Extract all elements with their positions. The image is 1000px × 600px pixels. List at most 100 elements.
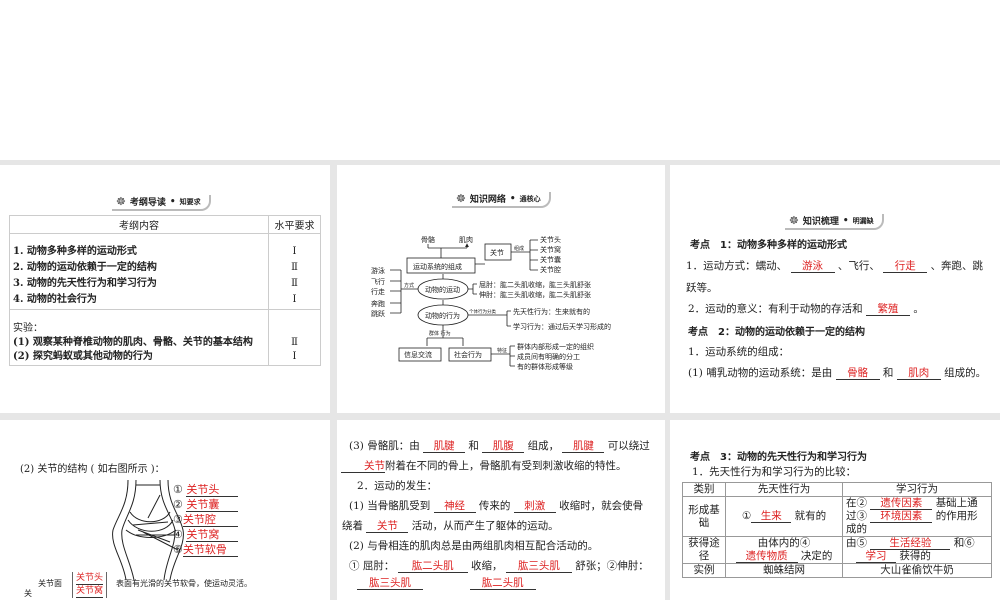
joint-label: ④ 关节窝 <box>173 527 239 542</box>
node-way: 跳跃 <box>371 309 385 318</box>
topic-heading: 考点 3：动物的先天性行为和学习行为 <box>690 452 867 463</box>
table-header: 类别 <box>682 482 726 497</box>
text-line: 1．先天性行为和学习行为的比较： <box>692 466 857 478</box>
section-banner: ☸ 考纲导读 • 知要求 <box>112 195 211 211</box>
text-line: (1) 当骨骼肌受到 神经 传来的 刺激 收缩时，就会使骨 <box>349 500 644 513</box>
section-title: (2) 关节的结构 ( 如右图所示 )： <box>20 464 165 475</box>
answer-blank: 遗传物质 <box>735 550 798 563</box>
section-banner: ☸ 知识梳理 • 明漏缺 <box>785 214 884 230</box>
node-flex: 屈肘：肱二头肌收缩，肱三头肌舒张 <box>479 280 591 289</box>
joint-label: ⑤关节软骨 <box>173 542 238 557</box>
edge-label: 个体行为分类 <box>469 308 496 315</box>
joint-label: ③关节腔 <box>173 512 238 527</box>
example-innate: 蜘蛛结网 <box>725 563 843 578</box>
level: Ⅰ <box>292 246 297 257</box>
edge-label: 特征 <box>497 347 507 354</box>
node-joint-part: 关节腔 <box>540 265 561 274</box>
slide-behavior-comparison[interactable]: 考点 3：动物的先天性行为和学习行为 1．先天性行为和学习行为的比较： 类别 先天… <box>670 420 1000 600</box>
node-extend: 伸肘：肱三头肌收缩，肱二头肌舒张 <box>479 290 591 299</box>
node-feature: 有的群体形成等级 <box>517 362 573 371</box>
topic-heading: 考点 2：动物的运动依赖于一定的结构 <box>688 327 865 338</box>
text-line: (3) 骨骼肌：由 肌腱 和 肌腹 组成， 肌腱 可以绕过 <box>349 440 650 453</box>
answer-blank: 关节 <box>366 520 409 533</box>
slide-knowledge-review[interactable]: ☸ 知识梳理 • 明漏缺 考点 1：动物多种多样的运动形式 1．运动方式：蠕动、 游泳… <box>670 165 1000 413</box>
experiment-item: (1) 观察某种脊椎动物的肌肉、骨骼、关节的基本结构 <box>13 337 253 348</box>
node-joint-part: 关节头 <box>540 235 561 244</box>
answer-blank: 关节窝 <box>76 586 104 598</box>
node-info: 信息交流 <box>404 350 432 359</box>
answer-blank: 肱三头肌 <box>505 560 572 573</box>
joint-label: ① 关节头 <box>173 482 239 497</box>
table-row: 实例 蜘蛛结网 大山雀偷饮牛奶 <box>682 563 992 578</box>
level: Ⅱ <box>291 337 298 348</box>
node-joint-part: 关节囊 <box>540 255 561 264</box>
answer-blank: 肌腱 <box>423 440 466 453</box>
text-line: 2．运动的发生： <box>357 480 438 492</box>
answer-blank: 繁殖 <box>866 303 911 316</box>
answer-blank: 关节 <box>341 460 385 473</box>
answer-blank: 遗传因素 <box>870 497 933 510</box>
outline-item: 1. 动物多种多样的运动形式 <box>13 246 137 257</box>
joint-labels: ① 关节头 ② 关节囊 ③关节腔 ④ 关节窝 ⑤关节软骨 <box>173 482 239 557</box>
node-bone: 骨骼 <box>421 235 435 244</box>
node-movement: 动物的运动 <box>425 285 460 294</box>
node-way: 奔跑 <box>371 299 385 308</box>
answer-blank: 肌腹 <box>482 440 525 453</box>
text-line: 关节附着在不同的骨上，骨骼肌有受到刺激收缩的特性。 <box>341 458 627 473</box>
answer-blank: 生来 <box>751 510 792 523</box>
text-line: 肱三头肌 肱二头肌 <box>357 577 536 590</box>
experiment-label: 实验： <box>13 323 43 334</box>
answer-blank: 神经 <box>433 500 476 513</box>
banner-title: 考纲导读 <box>129 198 166 208</box>
node-behavior: 动物的行为 <box>425 311 460 320</box>
helm-icon: ☸ <box>116 195 126 208</box>
text-line: (1) 哺乳动物的运动系统：是由 骨骼 和 肌肉 组成的。 <box>688 367 987 380</box>
answer-blank: 肱三头肌 <box>357 577 423 590</box>
node-innate: 先天性行为：生来就有的 <box>513 307 590 316</box>
outline-item: 2. 动物的运动依赖于一定的结构 <box>13 262 157 273</box>
text-line: ① 屈肘： 肱二头肌 收缩， 肱三头肌 舒张；②伸肘： <box>349 560 649 573</box>
text-line: 1．运动系统的组成： <box>688 346 790 358</box>
level: Ⅱ <box>291 262 298 273</box>
slide-knowledge-network[interactable]: ☸知识网络•通核心 骨骼 肌肉 运动系统的组成 关节 组成 关节头 关节窝 <box>337 165 665 413</box>
mind-map: 骨骼 肌肉 运动系统的组成 关节 组成 关节头 关节窝 关节囊 关节腔 游泳 飞… <box>371 235 611 371</box>
answer-blank: 生活经验 <box>870 537 951 550</box>
node-way: 游泳 <box>371 266 385 275</box>
answer-blank: 环境因素 <box>870 510 933 523</box>
node-social: 社会行为 <box>454 350 482 359</box>
edge-label: 方式 <box>404 282 414 289</box>
text-line: 跃等。 <box>686 282 718 294</box>
slide-skeletal-muscle[interactable]: (3) 骨骼肌：由 肌腱 和 肌腹 组成， 肌腱 可以绕过 关节附着在不同的骨上… <box>337 420 665 600</box>
banner-title: 知识梳理 <box>802 217 839 227</box>
level: Ⅰ <box>292 294 297 305</box>
outline-item: 3. 动物的先天性行为和学习行为 <box>13 278 157 289</box>
banner-subtitle: 知要求 <box>179 196 201 206</box>
table-header: 学习行为 <box>842 482 992 497</box>
joint-label: ② 关节囊 <box>173 497 239 512</box>
answer-blank: 肌腱 <box>562 440 605 453</box>
topic-heading: 考点 1：动物多种多样的运动形式 <box>690 240 847 251</box>
answer-blank: 关节头 <box>76 573 104 585</box>
text-line: 2．运动的意义：有利于动物的存活和 繁殖 。 <box>688 303 924 316</box>
answer-blank: 学习 <box>856 550 897 563</box>
answer-blank: 骨骼 <box>835 367 880 380</box>
answer-blank: 游泳 <box>790 260 835 273</box>
table-header: 水平要求 <box>268 215 321 234</box>
node-feature: 成员间有明确的分工 <box>517 352 580 361</box>
node-muscle: 肌肉 <box>459 235 473 244</box>
edge-label: 群体 行为 <box>429 330 451 337</box>
text-line: (2) 与骨相连的肌肉总是由两组肌肉相互配合活动的。 <box>349 540 599 552</box>
slide-joint-structure[interactable]: (2) 关节的结构 ( 如右图所示 )： ① 关节头 ② 关节囊 ③关节腔 ④ … <box>0 420 330 600</box>
text-line: 1．运动方式：蠕动、 游泳 、飞行、 行走 、奔跑、跳 <box>686 260 984 273</box>
node-joint: 关节 <box>490 248 504 257</box>
text-line: 关 <box>24 589 32 598</box>
table-row: 形成基础 ① 生来 就有的 在② 遗传因素 基础上通 过③ 环境因素 的作用形 成的 <box>682 496 992 537</box>
table-row: 获得途径 由体内的④ 遗传物质 决定的 由⑤ 生活经验 和⑥ 学习 获得的 <box>682 536 992 564</box>
slide-exam-outline[interactable]: ☸ 考纲导读 • 知要求 考纲内容 水平要求 1. 动物多种多样的运动形式 2. 动物的… <box>0 165 330 413</box>
banner-subtitle: 明漏缺 <box>852 215 874 225</box>
table-header: 考纲内容 <box>9 215 269 234</box>
text-line: 表面有光滑的关节软骨，使运动灵活。 <box>116 579 252 588</box>
outline-table: 考纲内容 水平要求 1. 动物多种多样的运动形式 2. 动物的运动依赖于一定的结构… <box>9 215 321 366</box>
answer-blank: 行走 <box>883 260 928 273</box>
example-learned: 大山雀偷饮牛奶 <box>842 563 992 578</box>
